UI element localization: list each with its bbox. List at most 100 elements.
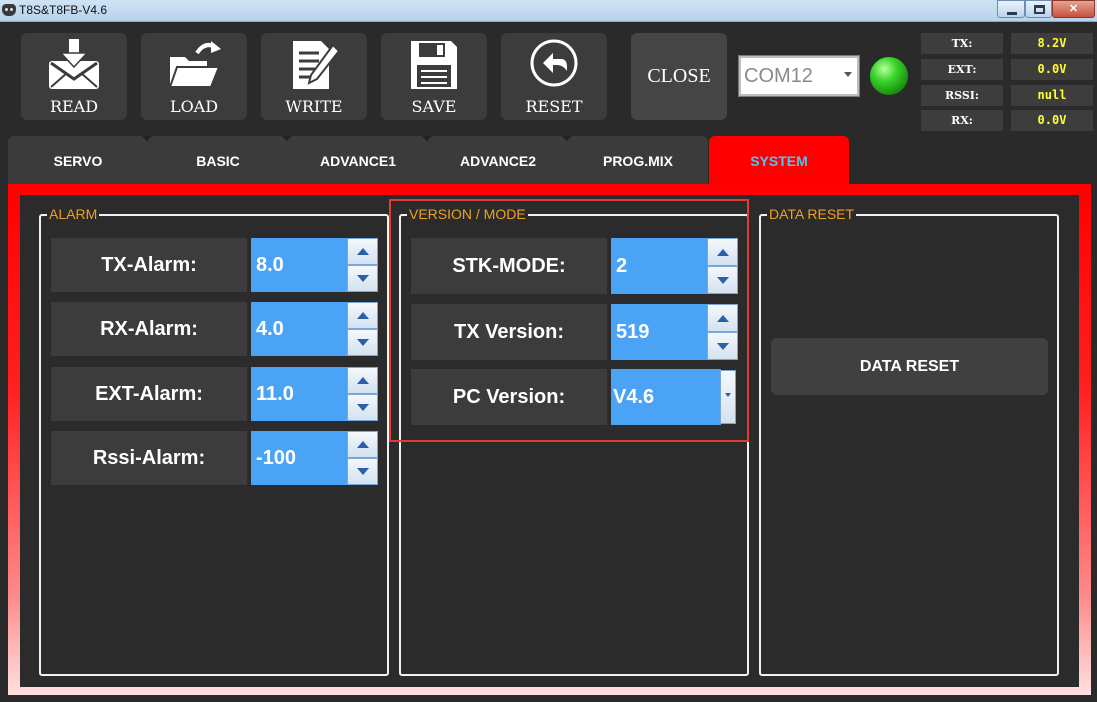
rx-alarm-label: RX-Alarm: xyxy=(51,302,247,356)
tab-label: PROG.MIX xyxy=(602,153,673,169)
tab-prog-mix[interactable]: PROG.MIX xyxy=(568,136,708,184)
tx-alarm-increment-button[interactable] xyxy=(347,238,378,265)
close-connection-button[interactable]: CLOSE xyxy=(631,33,727,120)
arrow-up-icon xyxy=(717,249,729,256)
tx-alarm-stepper xyxy=(347,238,378,292)
telemetry-label-ext: EXT: xyxy=(921,59,1003,80)
minimize-icon xyxy=(1007,12,1017,15)
ext-alarm-input[interactable]: 11.0 xyxy=(251,367,347,421)
data-reset-group: DATA RESET xyxy=(759,206,1059,676)
alarm-group-title: ALARM xyxy=(47,206,100,222)
stk-mode-increment-button[interactable] xyxy=(707,238,738,266)
stk-mode-input[interactable]: 2 xyxy=(611,238,707,294)
save-label: SAVE xyxy=(411,97,457,116)
maximize-button[interactable] xyxy=(1025,0,1052,18)
arrow-down-icon xyxy=(717,343,729,350)
rssi-alarm-label: Rssi-Alarm: xyxy=(51,431,247,485)
tx-version-label: TX Version: xyxy=(411,304,607,360)
arrow-up-icon xyxy=(357,377,369,384)
tab-servo[interactable]: SERVO xyxy=(8,136,152,184)
tab-advance2[interactable]: ADVANCE2 xyxy=(428,136,572,184)
chevron-down-icon xyxy=(844,72,852,77)
ext-alarm-stepper xyxy=(347,367,378,421)
pc-version-select[interactable]: V4.6 xyxy=(611,369,721,425)
arrow-up-icon xyxy=(717,315,729,322)
load-button[interactable]: LOAD xyxy=(141,33,247,120)
telemetry-label-tx: TX: xyxy=(921,33,1003,54)
tx-alarm-label: TX-Alarm: xyxy=(51,238,247,292)
read-button[interactable]: READ xyxy=(21,33,127,120)
rx-alarm-increment-button[interactable] xyxy=(347,302,378,329)
download-mail-icon xyxy=(49,39,99,89)
arrow-down-icon xyxy=(357,404,369,411)
rssi-alarm-stepper xyxy=(347,431,378,485)
arrow-up-icon xyxy=(357,248,369,255)
tab-label: ADVANCE1 xyxy=(320,153,396,169)
maximize-icon xyxy=(1034,5,1045,14)
window-close-button[interactable]: ✕ xyxy=(1052,0,1095,18)
data-reset-group-title: DATA RESET xyxy=(767,206,857,222)
stk-mode-decrement-button[interactable] xyxy=(707,266,738,294)
minimize-button[interactable] xyxy=(997,0,1025,18)
stk-mode-label: STK-MODE: xyxy=(411,238,607,294)
rx-alarm-decrement-button[interactable] xyxy=(347,329,378,356)
arrow-down-icon xyxy=(357,468,369,475)
pc-version-dropdown-button[interactable] xyxy=(720,370,736,424)
telemetry-value-ext: 0.0V xyxy=(1011,59,1093,80)
rx-alarm-input[interactable]: 4.0 xyxy=(251,302,347,356)
rx-alarm-stepper xyxy=(347,302,378,356)
load-label: LOAD xyxy=(169,97,219,116)
rssi-alarm-input[interactable]: -100 xyxy=(251,431,347,485)
tab-label: BASIC xyxy=(196,153,240,169)
read-label: READ xyxy=(49,97,99,116)
gamepad-icon xyxy=(2,4,16,16)
ext-alarm-increment-button[interactable] xyxy=(347,367,378,394)
reset-label: RESET xyxy=(525,97,583,116)
rssi-alarm-decrement-button[interactable] xyxy=(347,458,378,485)
arrow-up-icon xyxy=(357,441,369,448)
stk-mode-stepper xyxy=(707,238,738,294)
telemetry-value-rx: 0.0V xyxy=(1011,110,1093,131)
ext-alarm-label: EXT-Alarm: xyxy=(51,367,247,421)
close-icon: ✕ xyxy=(1068,3,1079,15)
arrow-down-icon xyxy=(357,339,369,346)
tx-version-decrement-button[interactable] xyxy=(707,332,738,360)
tab-advance1[interactable]: ADVANCE1 xyxy=(288,136,432,184)
tab-system[interactable]: SYSTEM xyxy=(709,136,849,184)
reset-button[interactable]: RESET xyxy=(501,33,607,120)
arrow-down-icon xyxy=(357,275,369,282)
floppy-disk-icon xyxy=(411,41,457,89)
telemetry-label-rx: RX: xyxy=(921,110,1003,131)
window-title: T8S&T8FB-V4.6 xyxy=(19,3,108,17)
pc-version-label: PC Version: xyxy=(411,369,607,425)
telemetry-value-rssi: null xyxy=(1011,85,1093,106)
rssi-alarm-increment-button[interactable] xyxy=(347,431,378,458)
tx-alarm-decrement-button[interactable] xyxy=(347,265,378,292)
write-label: WRITE xyxy=(285,97,343,116)
document-pencil-icon xyxy=(293,41,341,89)
save-button[interactable]: SAVE xyxy=(381,33,487,120)
tx-alarm-input[interactable]: 8.0 xyxy=(251,238,347,292)
arrow-down-icon xyxy=(717,277,729,284)
tab-label: SERVO xyxy=(53,153,103,169)
data-reset-button[interactable]: DATA RESET xyxy=(771,338,1048,395)
tab-label: ADVANCE2 xyxy=(460,153,536,169)
tab-label: SYSTEM xyxy=(750,153,808,169)
tx-version-increment-button[interactable] xyxy=(707,304,738,332)
tx-version-stepper xyxy=(707,304,738,360)
title-bar: T8S&T8FB-V4.6 ✕ xyxy=(0,0,1097,22)
folder-open-icon xyxy=(168,41,221,88)
arrow-up-icon xyxy=(357,312,369,319)
undo-circle-icon xyxy=(530,39,578,87)
chevron-down-icon xyxy=(725,393,731,397)
connection-status-led-icon xyxy=(869,56,909,96)
tab-basic[interactable]: BASIC xyxy=(148,136,292,184)
com-port-value: COM12 xyxy=(744,65,813,87)
ext-alarm-decrement-button[interactable] xyxy=(347,394,378,421)
tx-version-input[interactable]: 519 xyxy=(611,304,707,360)
telemetry-label-rssi: RSSI: xyxy=(921,85,1003,106)
com-port-select[interactable]: COM12 xyxy=(738,55,860,97)
write-button[interactable]: WRITE xyxy=(261,33,367,120)
tab-strip: SERVO BASIC ADVANCE1 ADVANCE2 PROG.MIX S… xyxy=(8,136,1089,184)
telemetry-value-tx: 8.2V xyxy=(1011,33,1093,54)
